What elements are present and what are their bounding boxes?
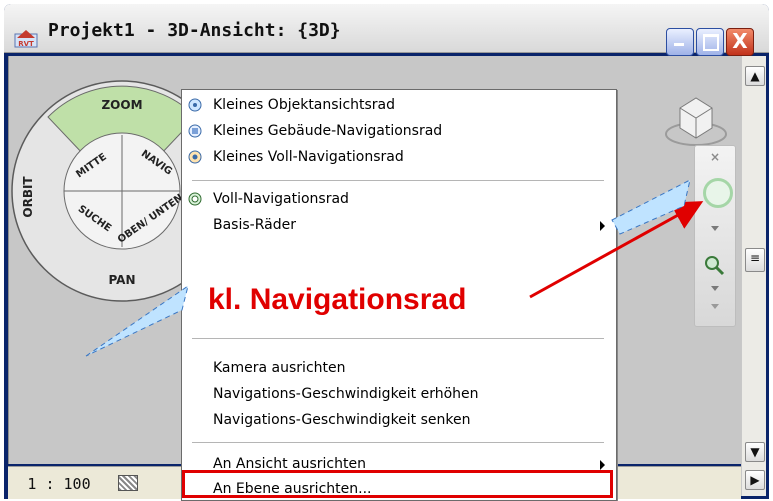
app-icon-text: RVT [18, 40, 34, 48]
menu-item-speed-up[interactable]: Navigations-Geschwindigkeit erhöhen [183, 382, 615, 406]
window-title: Projekt1 - 3D-Ansicht: {3D} [48, 20, 341, 41]
menu-separator [192, 338, 604, 339]
steering-wheel-icon[interactable] [703, 178, 733, 208]
scroll-up-button[interactable]: ▲ [745, 66, 765, 86]
menu-item-basis-rader[interactable]: Basis-Räder [183, 213, 615, 237]
full-wheel-icon [188, 192, 202, 206]
menu-item-label: Basis-Räder [213, 217, 296, 233]
submenu-arrow-icon [600, 460, 605, 470]
menu-separator [192, 442, 604, 443]
menu-item-label: Kleines Gebäude-Navigationsrad [213, 123, 443, 139]
chevron-down-icon[interactable] [711, 226, 719, 231]
maximize-button[interactable] [696, 28, 724, 56]
menu-separator [192, 180, 604, 181]
menu-item-label: Kleines Objektansichtsrad [213, 97, 396, 113]
view-scale[interactable]: 1 : 100 [16, 474, 102, 494]
menu-item-label: Navigations-Geschwindigkeit erhöhen [213, 386, 479, 402]
close-icon[interactable]: × [708, 150, 722, 164]
small-full-wheel-icon [188, 150, 202, 164]
navigation-bar[interactable]: × [694, 145, 736, 327]
detail-level-icon[interactable] [118, 475, 138, 491]
close-glyph: X [732, 29, 748, 53]
zoom-icon[interactable] [703, 254, 725, 276]
vertical-scrollbar[interactable]: ▲ ≡ ▼ ▶ [741, 56, 766, 496]
scroll-down-button[interactable]: ▼ [745, 442, 765, 462]
zoom-label: ZOOM [101, 98, 142, 112]
revit-app-icon[interactable]: RVT [14, 28, 38, 48]
pan-label: PAN [108, 273, 135, 287]
submenu-arrow-icon [600, 221, 605, 231]
customize-icon[interactable] [711, 304, 719, 309]
menu-item-label: Navigations-Geschwindigkeit senken [213, 412, 471, 428]
menu-item-label: Kleines Voll-Navigationsrad [213, 149, 404, 165]
menu-item-label: Voll-Navigationsrad [213, 191, 349, 207]
scroll-thumb[interactable]: ≡ [745, 248, 765, 272]
orbit-label: ORBIT [21, 176, 35, 218]
menu-item-small-full-wheel[interactable]: Kleines Voll-Navigationsrad [183, 145, 615, 169]
menu-item-kamera-ausrichten[interactable]: Kamera ausrichten [183, 356, 615, 380]
close-button[interactable]: X [726, 28, 754, 56]
small-object-wheel-icon [188, 98, 202, 112]
scroll-right-button[interactable]: ▶ [745, 470, 765, 490]
title-bar: RVT Projekt1 - 3D-Ansicht: {3D} X [4, 4, 769, 56]
small-building-wheel-icon [188, 124, 202, 138]
menu-item-small-object-wheel[interactable]: Kleines Objektansichtsrad [183, 93, 615, 117]
highlight-box [182, 470, 613, 498]
menu-item-small-building-wheel[interactable]: Kleines Gebäude-Navigationsrad [183, 119, 615, 143]
view-cube-icon[interactable] [660, 90, 730, 152]
minimize-button[interactable] [666, 28, 694, 56]
menu-item-full-wheel[interactable]: Voll-Navigationsrad [183, 187, 615, 211]
menu-item-speed-down[interactable]: Navigations-Geschwindigkeit senken [183, 408, 615, 432]
callout-label: kl. Navigationsrad [208, 283, 467, 316]
chevron-down-icon-2[interactable] [711, 286, 719, 291]
menu-item-label: Kamera ausrichten [213, 360, 346, 376]
